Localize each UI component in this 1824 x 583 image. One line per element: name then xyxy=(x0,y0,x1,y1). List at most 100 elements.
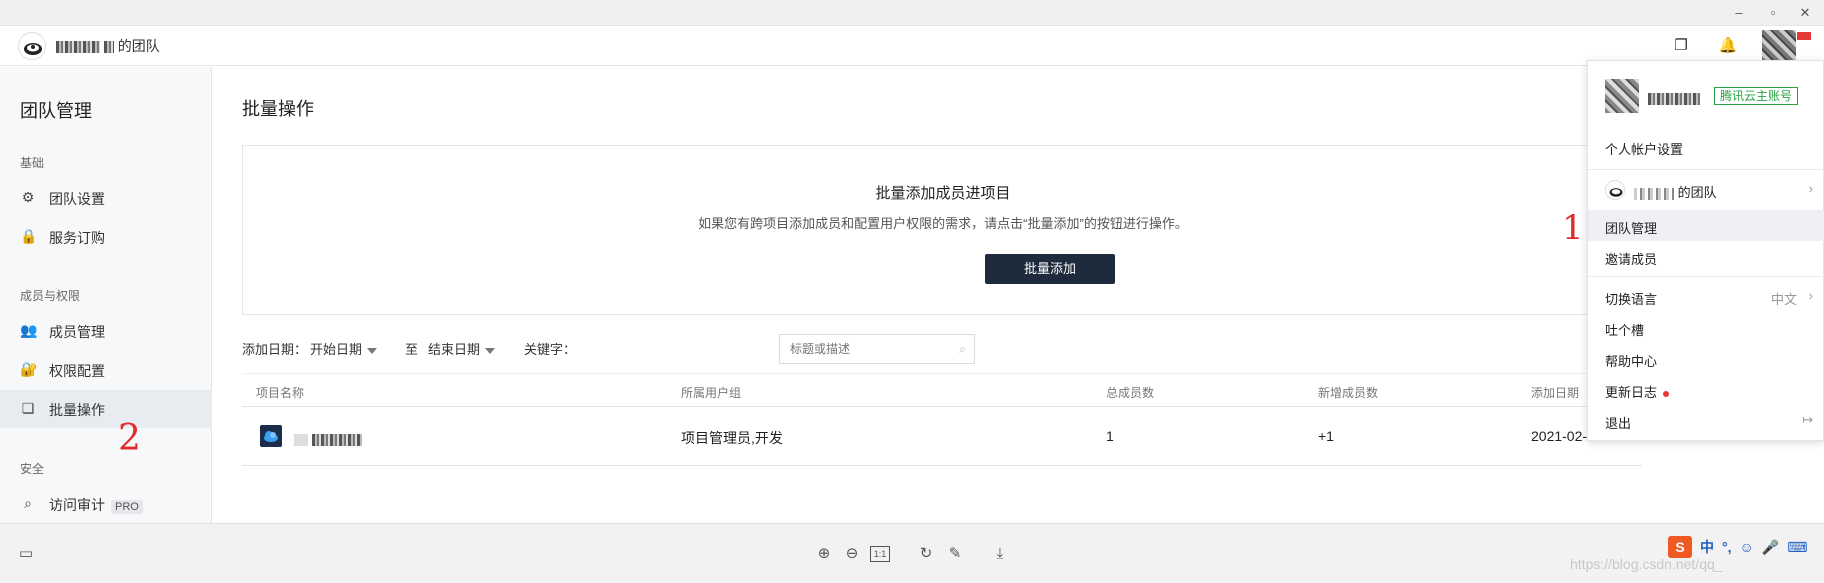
cell-date: 2021-02- xyxy=(1531,428,1588,444)
menu-item-label: 更新日志 xyxy=(1605,382,1670,401)
bell-icon[interactable]: 🔔 xyxy=(1718,36,1738,56)
start-date-select[interactable]: 开始日期 xyxy=(310,335,378,365)
cell-added: +1 xyxy=(1318,428,1334,444)
download-icon[interactable]: ⤓ xyxy=(990,544,1010,564)
column-header-project[interactable]: 项目名称 xyxy=(256,384,304,401)
search-icon[interactable]: ⌕ xyxy=(959,342,966,357)
team-logo-svg xyxy=(1609,188,1623,197)
ime-mode[interactable]: 中 xyxy=(1700,537,1714,557)
pro-badge: PRO xyxy=(111,500,143,514)
column-header-group[interactable]: 所属用户组 xyxy=(681,384,741,401)
sidebar-item-label: 访问审计 PRO xyxy=(49,495,143,515)
batch-add-button[interactable]: 批量添加 xyxy=(985,254,1115,284)
column-header-date[interactable]: 添加日期 xyxy=(1531,384,1579,401)
end-date-text: 结束日期 xyxy=(428,342,481,357)
card-title: 批量添加成员进项目 xyxy=(875,185,1011,202)
sidebar-item-access-audit[interactable]: ⌕ 访问审计 PRO xyxy=(0,485,212,523)
menu-item-label: 个人帐户设置 xyxy=(1605,142,1684,157)
emoji-icon[interactable]: ☺ xyxy=(1740,539,1754,555)
menu-item-account-settings[interactable]: 个人帐户设置 xyxy=(1588,131,1824,162)
menu-item-label: 邀请成员 xyxy=(1605,252,1658,267)
menu-item-label: 吐个槽 xyxy=(1605,323,1645,338)
sidebar-item-permissions[interactable]: 🔐 权限配置 xyxy=(0,351,212,389)
menu-item-switch-language[interactable]: 切换语言 中文 › xyxy=(1588,281,1824,312)
maximize-icon[interactable]: ▫ xyxy=(1764,4,1782,22)
sidebar-item-member-management[interactable]: 👥 成员管理 xyxy=(0,312,212,350)
team-name[interactable]: 的团队 xyxy=(56,36,160,56)
menu-item-help-center[interactable]: 帮助中心 xyxy=(1588,343,1824,374)
zoom-out-icon[interactable]: ⊖ xyxy=(842,544,862,564)
menu-item-logout[interactable]: 退出 ↦ xyxy=(1588,405,1824,436)
viewer-toolbar: ▭ ⊕ ⊖ 1:1 ↻ ✎ ⤓ S 中 °, ☺ 🎤 ⌨ https://blog.csd… xyxy=(0,523,1824,583)
cell-group: 项目管理员,开发 xyxy=(681,430,783,446)
copy-icon[interactable]: ❐ xyxy=(1671,36,1691,56)
sidebar-item-label: 批量操作 xyxy=(49,402,105,418)
redacted-text xyxy=(294,434,308,447)
menu-item-feedback[interactable]: 吐个槽 xyxy=(1588,312,1824,343)
sidebar-group-basic: 基础 xyxy=(20,156,45,170)
start-date-text: 开始日期 xyxy=(310,342,363,357)
team-logo-icon xyxy=(24,43,42,55)
avatar-badge xyxy=(1797,32,1811,40)
sidebar-item-label: 服务订购 xyxy=(49,230,105,246)
main-content: 批量操作 批量添加成员进项目 如果您有跨项目添加成员和配置用户权限的需求，请点击… xyxy=(213,67,1824,523)
menu-item-team[interactable]: 的团队 › xyxy=(1588,174,1824,205)
ime-logo-icon[interactable]: S xyxy=(1668,536,1692,558)
sidebar-item-text: 访问审计 xyxy=(49,497,105,513)
menu-divider xyxy=(1588,169,1824,170)
watermark: https://blog.csdn.net/qq_ xyxy=(1570,556,1723,572)
redacted-name xyxy=(103,41,114,54)
page-title: 批量操作 xyxy=(242,99,314,119)
table-row[interactable]: 项目管理员,开发 1 +1 2021-02- xyxy=(242,408,1642,466)
sidebar-group-members: 成员与权限 xyxy=(20,289,81,303)
column-header-total[interactable]: 总成员数 xyxy=(1106,384,1154,401)
menu-divider xyxy=(1588,276,1824,277)
panel-toggle-icon[interactable]: ▭ xyxy=(16,544,36,564)
user-avatar[interactable] xyxy=(1762,30,1796,62)
zoom-in-icon[interactable]: ⊕ xyxy=(814,544,834,564)
annotation-2: 2 xyxy=(118,418,141,459)
gear-icon: ⚙ xyxy=(21,189,35,205)
close-icon[interactable]: ✕ xyxy=(1796,4,1814,22)
table-header: 项目名称 所属用户组 总成员数 新增成员数 添加日期 xyxy=(242,373,1642,407)
mic-icon[interactable]: 🎤 xyxy=(1762,539,1779,556)
cloud-icon xyxy=(260,425,282,447)
menu-item-invite-members[interactable]: 邀请成员 xyxy=(1588,241,1824,272)
cloud-icon-svg xyxy=(264,431,278,442)
team-logo-icon xyxy=(1605,180,1625,200)
team-logo[interactable] xyxy=(18,32,46,60)
card-description: 如果您有跨项目添加成员和配置用户权限的需求，请点击“批量添加”的按钮进行操作。 xyxy=(698,216,1188,231)
menu-item-text: 更新日志 xyxy=(1605,385,1658,400)
menu-item-text: 的团队 xyxy=(1677,185,1717,200)
sidebar-item-team-settings[interactable]: ⚙ 团队设置 xyxy=(0,179,212,217)
rotate-icon[interactable]: ↻ xyxy=(916,544,936,564)
redacted-name xyxy=(1648,92,1700,105)
account-badge: 腾讯云主账号 xyxy=(1714,87,1799,105)
menu-item-changelog[interactable]: 更新日志 xyxy=(1588,374,1824,405)
redacted-name xyxy=(1634,187,1674,200)
column-header-added[interactable]: 新增成员数 xyxy=(1318,384,1378,401)
menu-item-label: 切换语言 xyxy=(1605,292,1658,307)
minimize-icon[interactable]: – xyxy=(1730,4,1748,22)
cell-total: 1 xyxy=(1106,428,1114,444)
window-titlebar: – ▫ ✕ xyxy=(0,0,1824,26)
lock-icon: 🔐 xyxy=(20,361,38,377)
keyword-search-input[interactable] xyxy=(780,335,950,363)
actual-size-button[interactable]: 1:1 xyxy=(870,546,890,562)
date-filter-label: 添加日期： xyxy=(242,342,308,357)
edit-icon[interactable]: ✎ xyxy=(945,544,965,564)
end-date-select[interactable]: 结束日期 xyxy=(428,335,496,365)
batch-add-card: 批量添加成员进项目 如果您有跨项目添加成员和配置用户权限的需求，请点击“批量添加… xyxy=(242,145,1642,315)
ime-toolbar: S 中 °, ☺ 🎤 ⌨ xyxy=(1668,536,1815,558)
keyboard-icon[interactable]: ⌨ xyxy=(1787,539,1807,556)
chevron-right-icon: › xyxy=(1808,288,1813,303)
sidebar-item-service-subscription[interactable]: 🔒 服务订购 xyxy=(0,218,212,256)
date-range-separator: 至 xyxy=(405,342,419,357)
menu-item-team-management[interactable]: 团队管理 xyxy=(1588,210,1824,241)
users-icon: 👥 xyxy=(20,322,38,338)
annotation-1: 1 xyxy=(1562,208,1584,248)
sidebar-item-label: 权限配置 xyxy=(49,363,105,379)
sidebar: 团队管理 基础 ⚙ 团队设置 🔒 服务订购 成员与权限 👥 成员管理 🔐 权限配… xyxy=(0,67,212,523)
punctuation-icon[interactable]: °, xyxy=(1722,539,1732,555)
sidebar-item-batch-operations[interactable]: ❏ 批量操作 xyxy=(0,390,212,428)
